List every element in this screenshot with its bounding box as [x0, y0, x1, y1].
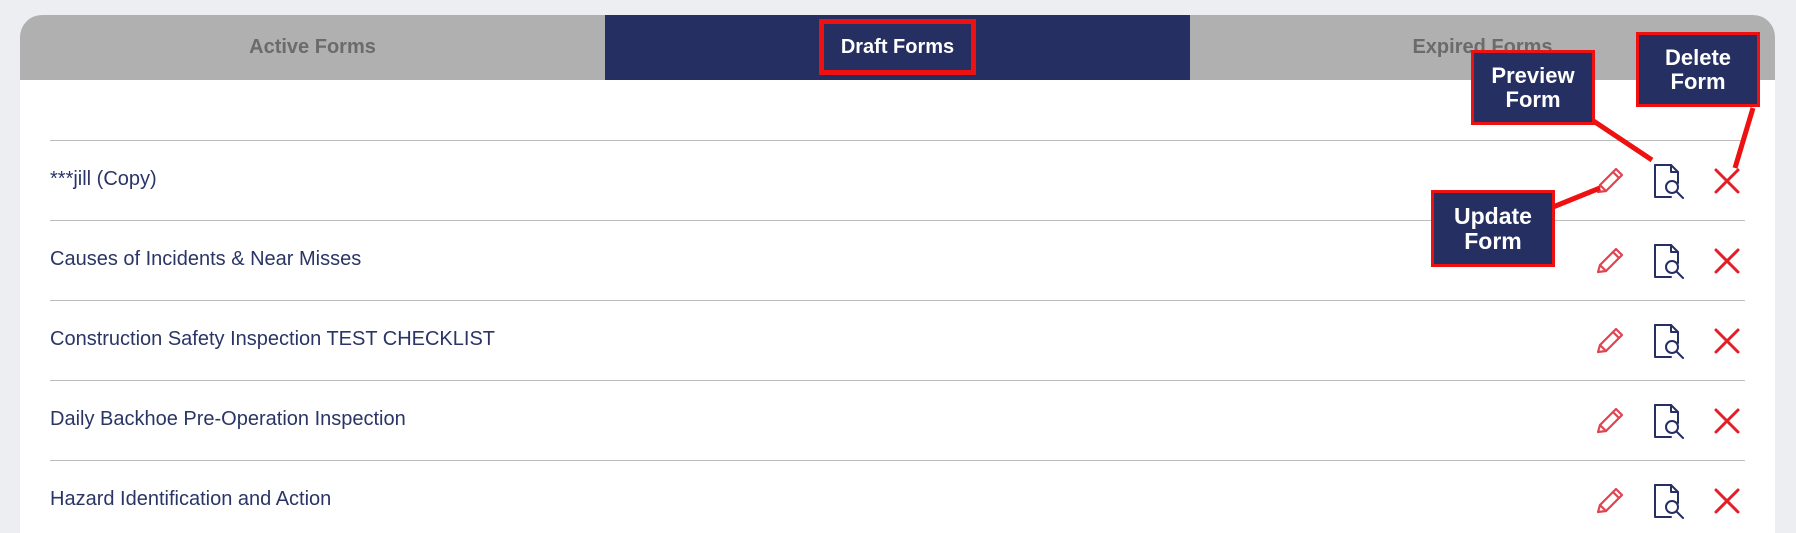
preview-form-callout-label: Preview Form [1491, 63, 1575, 112]
pencil-icon[interactable] [1591, 323, 1627, 359]
close-x-icon[interactable] [1709, 483, 1745, 519]
close-x-icon[interactable] [1709, 403, 1745, 439]
close-x-icon[interactable] [1709, 163, 1745, 199]
document-magnifier-icon[interactable] [1651, 163, 1687, 199]
pencil-icon[interactable] [1591, 483, 1627, 519]
pencil-icon[interactable] [1591, 163, 1627, 199]
tab-active-forms[interactable]: Active Forms [20, 15, 605, 80]
preview-form-callout: Preview Form [1471, 50, 1595, 125]
form-row: Daily Backhoe Pre-Operation Inspection [50, 380, 1745, 460]
row-actions [1591, 221, 1745, 300]
form-row: Hazard Identification and Action [50, 460, 1745, 533]
form-title[interactable]: ***jill (Copy) [50, 168, 157, 191]
document-magnifier-icon[interactable] [1651, 323, 1687, 359]
form-title[interactable]: Causes of Incidents & Near Misses [50, 248, 361, 271]
row-actions [1591, 461, 1745, 533]
form-title[interactable]: Construction Safety Inspection TEST CHEC… [50, 328, 495, 351]
tab-active-forms-label: Active Forms [249, 36, 376, 58]
row-actions [1591, 141, 1745, 220]
pencil-icon[interactable] [1591, 403, 1627, 439]
tab-draft-forms-label: Draft Forms [818, 19, 977, 75]
pencil-icon[interactable] [1591, 243, 1627, 279]
close-x-icon[interactable] [1709, 323, 1745, 359]
delete-form-callout: Delete Form [1636, 32, 1760, 107]
document-magnifier-icon[interactable] [1651, 403, 1687, 439]
update-form-callout: Update Form [1431, 190, 1555, 267]
form-title[interactable]: Daily Backhoe Pre-Operation Inspection [50, 408, 406, 431]
row-actions [1591, 301, 1745, 380]
form-row: Construction Safety Inspection TEST CHEC… [50, 300, 1745, 380]
document-magnifier-icon[interactable] [1651, 243, 1687, 279]
update-form-callout-label: Update Form [1454, 203, 1532, 254]
form-title[interactable]: Hazard Identification and Action [50, 488, 331, 511]
close-x-icon[interactable] [1709, 243, 1745, 279]
tab-draft-forms[interactable]: Draft Forms [605, 15, 1190, 80]
row-actions [1591, 381, 1745, 460]
delete-form-callout-label: Delete Form [1664, 45, 1732, 94]
document-magnifier-icon[interactable] [1651, 483, 1687, 519]
